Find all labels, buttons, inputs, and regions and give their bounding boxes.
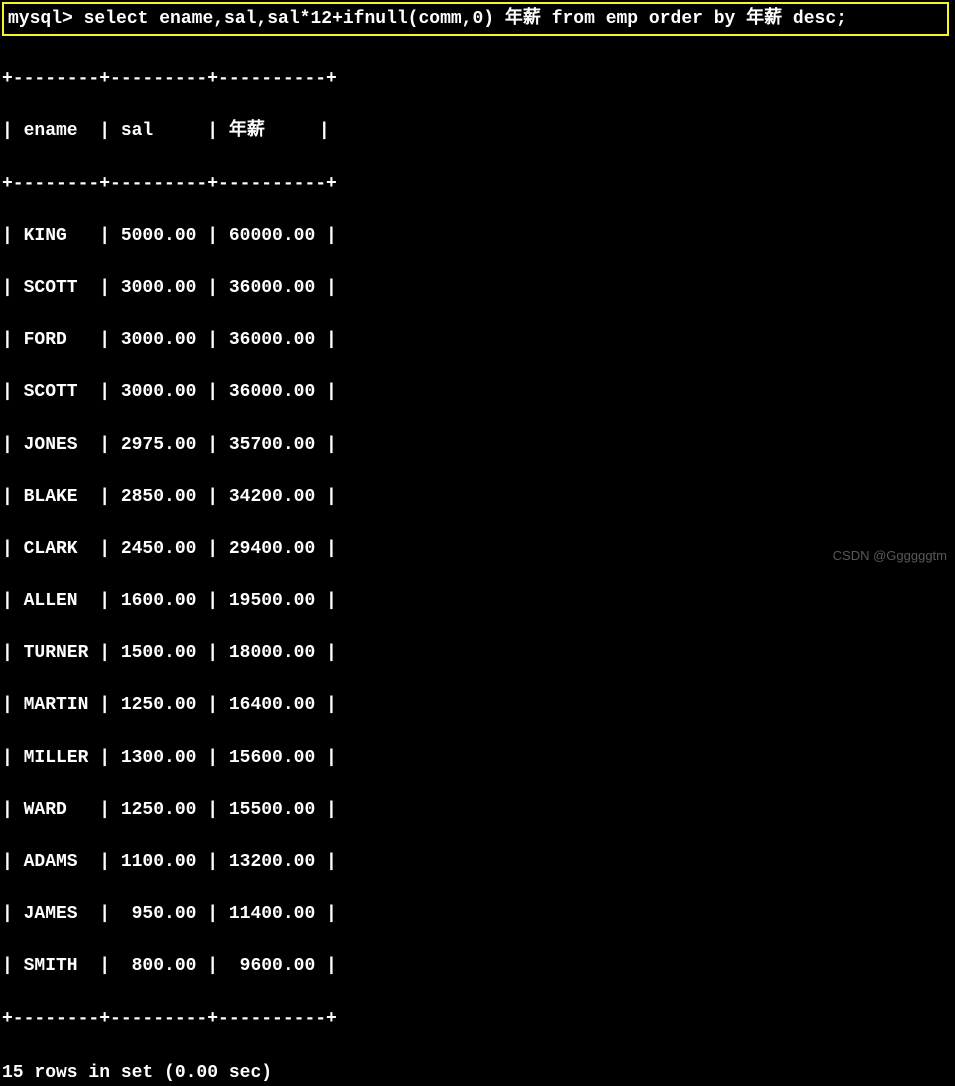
table-row: | SCOTT | 3000.00 | 36000.00 | bbox=[2, 379, 953, 405]
result-summary: 15 rows in set (0.00 sec) bbox=[2, 1060, 953, 1086]
sql-command-highlight: mysql> select ename,sal,sal*12+ifnull(co… bbox=[2, 2, 949, 36]
table-row: | CLARK | 2450.00 | 29400.00 | bbox=[2, 536, 953, 562]
table-row: | ADAMS | 1100.00 | 13200.00 | bbox=[2, 849, 953, 875]
table-row: | SMITH | 800.00 | 9600.00 | bbox=[2, 953, 953, 979]
table-row: | ALLEN | 1600.00 | 19500.00 | bbox=[2, 588, 953, 614]
sql-query-text: select ename,sal,sal*12+ifnull(comm,0) 年… bbox=[84, 9, 847, 29]
table-row: | MILLER | 1300.00 | 15600.00 | bbox=[2, 745, 953, 771]
mysql-prompt-line[interactable]: mysql> select ename,sal,sal*12+ifnull(co… bbox=[8, 9, 847, 29]
mysql-prompt: mysql> bbox=[8, 9, 84, 29]
table-row: | JONES | 2975.00 | 35700.00 | bbox=[2, 432, 953, 458]
table-row: | KING | 5000.00 | 60000.00 | bbox=[2, 223, 953, 249]
table-border-top: +--------+---------+----------+ bbox=[2, 66, 953, 92]
table-border-bottom: +--------+---------+----------+ bbox=[2, 1006, 953, 1032]
table-row: | FORD | 3000.00 | 36000.00 | bbox=[2, 327, 953, 353]
table-row: | TURNER | 1500.00 | 18000.00 | bbox=[2, 640, 953, 666]
result-table: +--------+---------+----------+ | ename … bbox=[2, 40, 953, 1058]
table-border-mid: +--------+---------+----------+ bbox=[2, 171, 953, 197]
watermark-text: CSDN @Ggggggtm bbox=[833, 547, 947, 566]
table-row: | WARD | 1250.00 | 15500.00 | bbox=[2, 797, 953, 823]
table-row: | MARTIN | 1250.00 | 16400.00 | bbox=[2, 692, 953, 718]
table-header-row: | ename | sal | 年薪 | bbox=[2, 118, 953, 144]
table-row: | SCOTT | 3000.00 | 36000.00 | bbox=[2, 275, 953, 301]
table-row: | JAMES | 950.00 | 11400.00 | bbox=[2, 901, 953, 927]
table-row: | BLAKE | 2850.00 | 34200.00 | bbox=[2, 484, 953, 510]
